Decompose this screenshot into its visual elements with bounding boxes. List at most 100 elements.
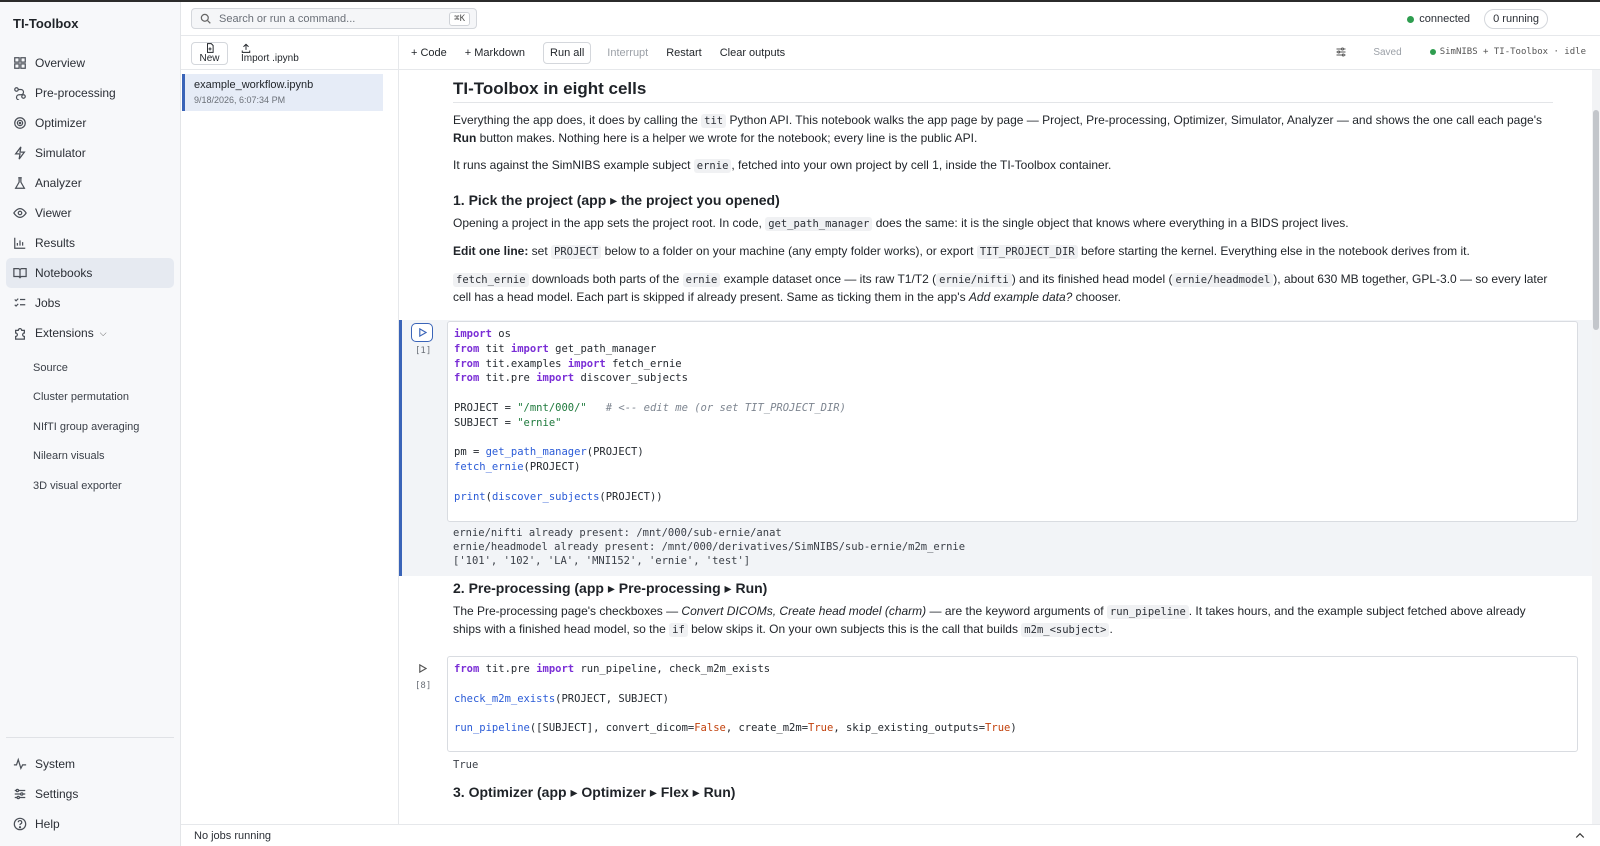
import-ipynb-button[interactable]: Import .ipynb xyxy=(241,42,299,65)
extension-item-3d-visual-exporter[interactable]: 3D visual exporter xyxy=(33,471,139,501)
sidebar-item-jobs[interactable]: Jobs xyxy=(6,288,174,318)
sidebar-item-label: Viewer xyxy=(35,206,72,220)
output-line: ernie/nifti already present: /mnt/000/su… xyxy=(453,527,782,539)
scrollbar-thumb[interactable] xyxy=(1593,110,1599,330)
sidebar-item-label: Jobs xyxy=(35,296,61,310)
sidebar-item-viewer[interactable]: Viewer xyxy=(6,198,174,228)
play-icon xyxy=(418,328,427,337)
connection-status: connected xyxy=(1407,13,1470,25)
extension-item-nilearn-visuals[interactable]: Nilearn visuals xyxy=(33,442,139,472)
markdown-cell-section-1[interactable]: 1. Pick the project (app ▸ the project y… xyxy=(453,192,1553,316)
file-date: 9/18/2026, 6:07:34 PM xyxy=(194,95,286,105)
run-cell-button[interactable] xyxy=(411,323,433,342)
sidebar-item-help[interactable]: Help xyxy=(6,809,174,839)
markdown-cell-section-3[interactable]: 3. Optimizer (app ▸ Optimizer ▸ Flex ▸ R… xyxy=(453,784,1553,801)
kernel-label: SimNIBS + TI-Toolbox · idle xyxy=(1439,47,1586,57)
sidebar-item-overview[interactable]: Overview xyxy=(6,48,174,78)
sidebar-item-notebooks[interactable]: Notebooks xyxy=(6,258,174,288)
sidebar-item-label: Help xyxy=(35,817,60,831)
extension-item-source[interactable]: Source xyxy=(33,353,139,383)
new-file-icon xyxy=(206,43,214,53)
chevron-down-icon: ⌵ xyxy=(99,327,107,338)
section-1-paragraph-1: Opening a project in the app sets the pr… xyxy=(453,216,1349,231)
run-cell-button[interactable] xyxy=(411,659,433,678)
target-icon xyxy=(13,116,27,130)
sidebar-item-settings[interactable]: Settings xyxy=(6,779,174,809)
sidebar-item-label: Analyzer xyxy=(35,176,82,190)
upload-icon xyxy=(241,43,251,53)
section-1-paragraph-3: fetch_ernie downloads both parts of the … xyxy=(453,272,1548,304)
sidebar-item-label: Optimizer xyxy=(35,116,87,130)
sidebar: TI-Toolbox Overview Pre-processing Optim… xyxy=(0,2,181,846)
intro-paragraph-1: Everything the app does, it does by call… xyxy=(453,113,1542,145)
sidebar-bottom-nav: System Settings Help xyxy=(6,749,174,839)
code-editor-cell-1[interactable]: import os from tit import get_path_manag… xyxy=(447,321,1578,522)
run-all-button[interactable]: Run all xyxy=(543,41,592,64)
flow-icon xyxy=(13,86,27,100)
execution-count: [1] xyxy=(415,346,432,356)
markdown-cell-section-2[interactable]: 2. Pre-processing (app ▸ Pre-processing … xyxy=(453,580,1553,649)
markdown-cell-intro[interactable]: TI-Toolbox in eight cells Everything the… xyxy=(453,80,1553,185)
sidebar-nav: Overview Pre-processing Optimizer Simula… xyxy=(6,48,174,348)
play-icon xyxy=(418,664,427,673)
execution-count: [8] xyxy=(415,681,432,691)
running-jobs-badge[interactable]: 0 running xyxy=(1484,9,1548,29)
add-code-button[interactable]: + Code xyxy=(411,47,447,59)
notebook-toolbar: + Code + Markdown Run all Interrupt Rest… xyxy=(399,36,1600,70)
notebook-file-panel: New Import .ipynb example_workflow.ipynb… xyxy=(181,36,399,824)
extension-item-nifti-group-averaging[interactable]: NIfTI group averaging xyxy=(33,412,139,442)
search-placeholder: Search or run a command... xyxy=(219,12,356,25)
sidebar-item-label: Results xyxy=(35,236,76,250)
sidebar-item-extensions[interactable]: Extensions ⌵ xyxy=(6,318,174,348)
sidebar-item-label: Extensions xyxy=(35,326,94,340)
section-1-heading: 1. Pick the project (app ▸ the project y… xyxy=(453,192,780,208)
output-line: ernie/headmodel already present: /mnt/00… xyxy=(453,541,966,553)
sidebar-item-system[interactable]: System xyxy=(6,749,174,779)
kernel-idle-dot-icon xyxy=(1429,49,1436,55)
intro-paragraph-2: It runs against the SimNIBS example subj… xyxy=(453,158,1112,173)
sidebar-divider xyxy=(6,737,174,738)
sidebar-item-pre-processing[interactable]: Pre-processing xyxy=(6,78,174,108)
sidebar-item-label: Pre-processing xyxy=(35,86,116,100)
restart-button[interactable]: Restart xyxy=(666,47,701,59)
toolbar-status: Saved SimNIBS + TI-Toolbox · idle xyxy=(1335,46,1586,58)
sidebar-item-label: System xyxy=(35,757,76,771)
scrollbar[interactable] xyxy=(1592,70,1600,824)
sidebar-item-optimizer[interactable]: Optimizer xyxy=(6,108,174,138)
puzzle-icon xyxy=(13,326,27,340)
section-1-paragraph-2: Edit one line: set PROJECT below to a fo… xyxy=(453,244,1470,259)
sliders-icon xyxy=(13,787,27,801)
notebook-cells: TI-Toolbox in eight cells Everything the… xyxy=(399,70,1592,824)
command-search[interactable]: Search or run a command... ⌘K xyxy=(191,8,477,29)
sidebar-item-results[interactable]: Results xyxy=(6,228,174,258)
file-toolbar: New Import .ipynb xyxy=(181,36,398,70)
checklist-icon xyxy=(13,296,27,310)
bolt-icon xyxy=(13,146,27,160)
flask-icon xyxy=(13,176,27,190)
extensions-subnav: Source Cluster permutation NIfTI group a… xyxy=(33,353,139,501)
sidebar-item-label: Overview xyxy=(35,56,86,70)
jobs-status: No jobs running xyxy=(194,829,272,842)
settings-sliders-icon[interactable] xyxy=(1335,46,1347,58)
pulse-icon xyxy=(13,757,27,771)
connected-dot-icon xyxy=(1407,15,1415,23)
notebook-editor: + Code + Markdown Run all Interrupt Rest… xyxy=(399,36,1600,824)
shortcut-hint: ⌘K xyxy=(449,12,470,26)
file-item-selected[interactable]: example_workflow.ipynb 9/18/2026, 6:07:3… xyxy=(182,74,383,111)
import-label: Import .ipynb xyxy=(241,53,299,64)
new-notebook-button[interactable]: New xyxy=(191,42,228,65)
clear-outputs-button[interactable]: Clear outputs xyxy=(720,47,785,59)
sidebar-item-analyzer[interactable]: Analyzer xyxy=(6,168,174,198)
sidebar-item-label: Simulator xyxy=(35,146,86,160)
chevron-up-icon[interactable] xyxy=(1574,830,1586,842)
kernel-status[interactable]: SimNIBS + TI-Toolbox · idle xyxy=(1429,47,1586,57)
notebook-title: TI-Toolbox in eight cells xyxy=(453,80,1553,103)
interrupt-button[interactable]: Interrupt xyxy=(607,47,648,59)
extension-item-cluster-permutation[interactable]: Cluster permutation xyxy=(33,383,139,413)
file-name: example_workflow.ipynb xyxy=(194,79,314,91)
grid-icon xyxy=(13,56,27,70)
add-markdown-button[interactable]: + Markdown xyxy=(465,47,525,59)
code-editor-cell-2[interactable]: from tit.pre import run_pipeline, check_… xyxy=(447,656,1578,752)
main-area: Search or run a command... ⌘K connected … xyxy=(181,2,1600,846)
sidebar-item-simulator[interactable]: Simulator xyxy=(6,138,174,168)
